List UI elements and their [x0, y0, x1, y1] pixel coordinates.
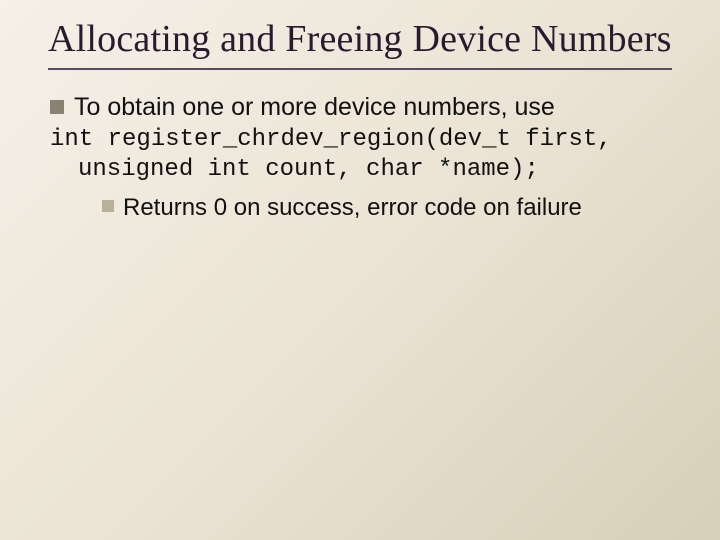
slide-title: Allocating and Freeing Device Numbers	[48, 18, 672, 70]
code-line-1: int register_chrdev_region(dev_t first,	[50, 126, 612, 153]
code-block: int register_chrdev_region(dev_t first, …	[50, 125, 672, 185]
code-line-2: unsigned int count, char *name);	[50, 155, 672, 185]
slide-body: To obtain one or more device numbers, us…	[48, 92, 672, 223]
bullet-row-1: To obtain one or more device numbers, us…	[50, 92, 672, 123]
square-bullet-icon	[102, 200, 114, 212]
sub-bullet-row-1: Returns 0 on success, error code on fail…	[102, 193, 672, 223]
slide: Allocating and Freeing Device Numbers To…	[0, 0, 720, 540]
sub-bullet-text-1: Returns 0 on success, error code on fail…	[123, 193, 582, 223]
bullet-text-1: To obtain one or more device numbers, us…	[74, 92, 555, 123]
square-bullet-icon	[50, 100, 64, 114]
